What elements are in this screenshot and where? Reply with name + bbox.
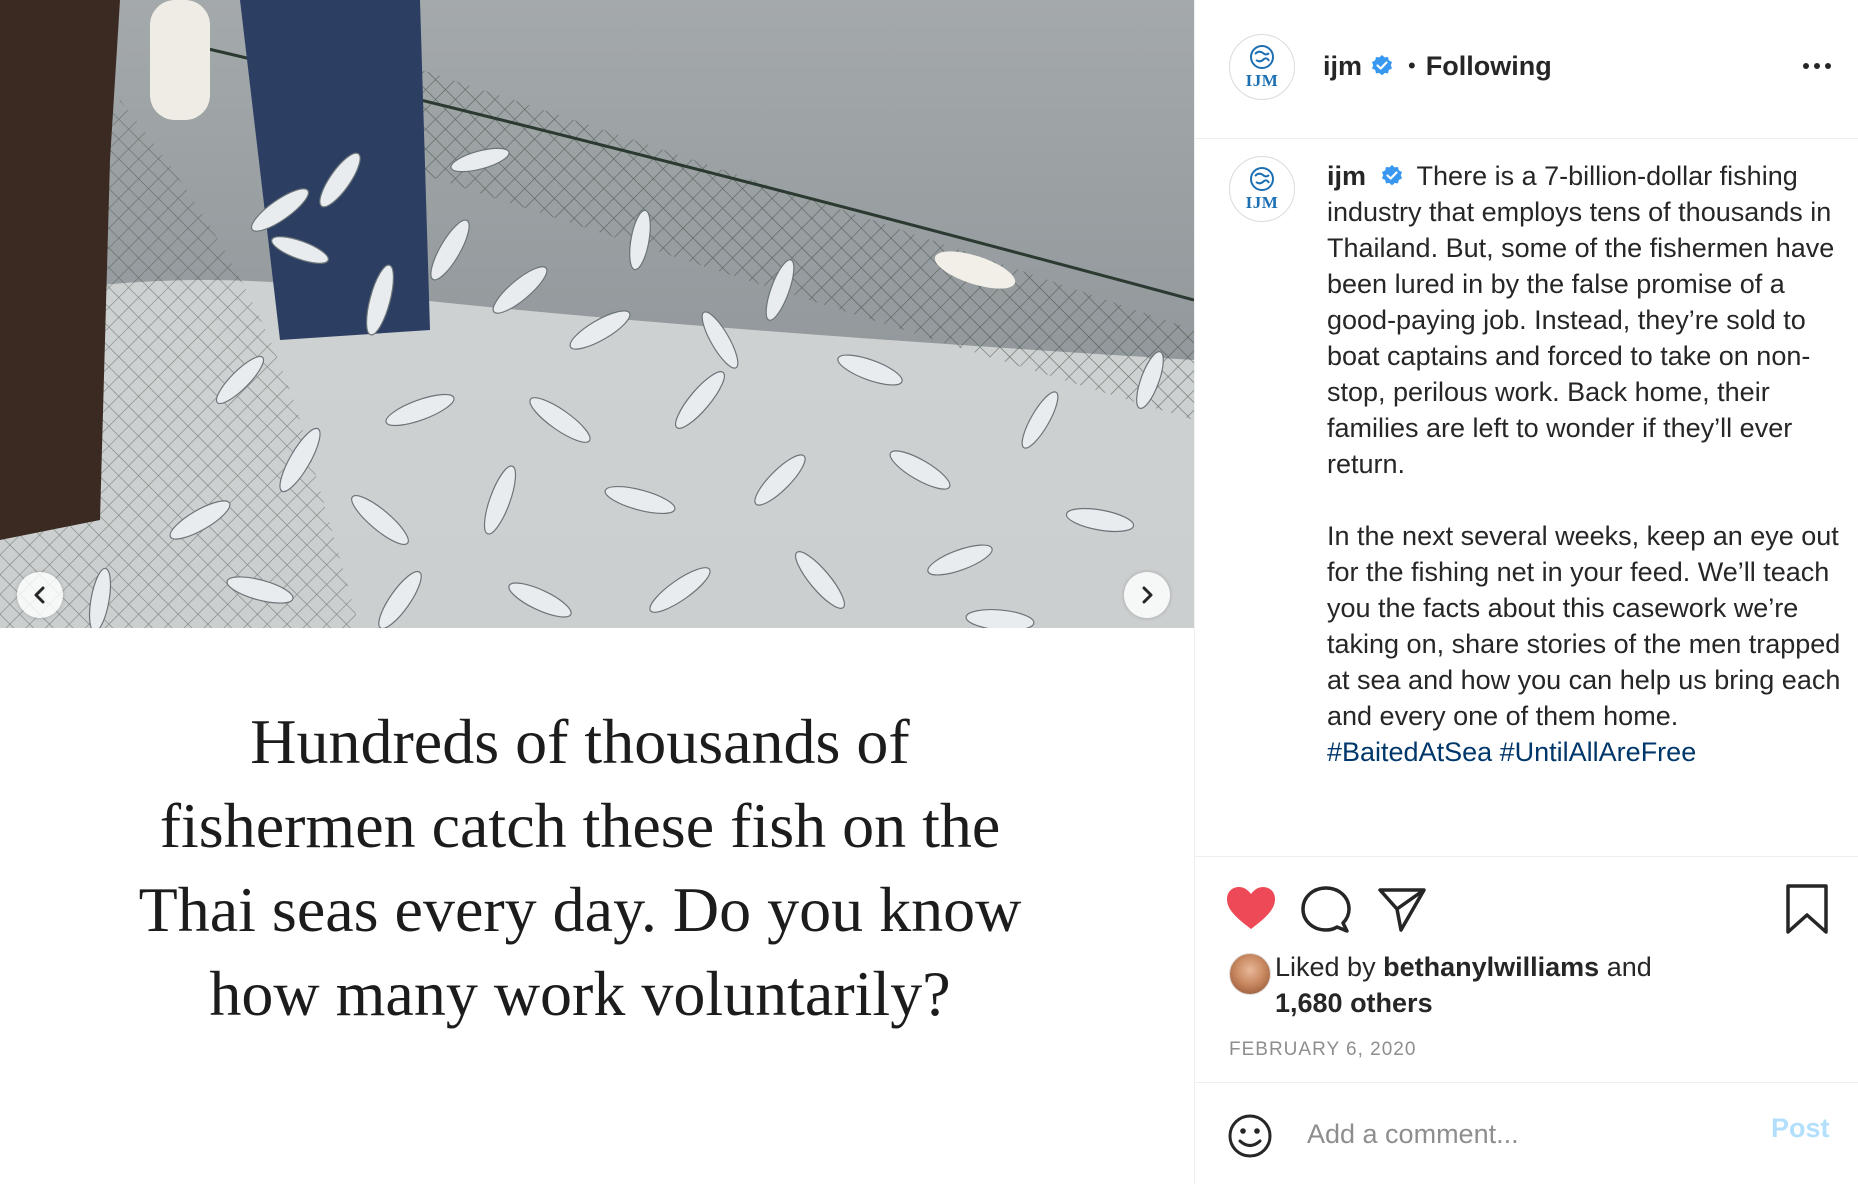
- bookmark-icon[interactable]: [1785, 883, 1829, 935]
- caption-avatar[interactable]: IJM: [1229, 156, 1295, 222]
- caption-paragraph: There is a 7-billion-dollar fishing indu…: [1327, 161, 1835, 479]
- image-caption-line: Thai seas every day. Do you know: [138, 874, 1022, 945]
- more-options-icon[interactable]: [1801, 52, 1833, 80]
- likes-prefix: Liked by: [1275, 952, 1376, 982]
- header-user-row: ijm • Following: [1323, 46, 1552, 86]
- next-slide-button[interactable]: [1124, 572, 1170, 618]
- image-caption-line: how many work voluntarily?: [209, 958, 951, 1029]
- hashtag-link[interactable]: #BaitedAtSea: [1327, 737, 1492, 767]
- header-separator: •: [1408, 53, 1416, 78]
- comment-icon[interactable]: [1301, 885, 1351, 935]
- image-caption-line: Hundreds of thousands of: [250, 706, 910, 777]
- verified-badge-icon: [1381, 164, 1402, 186]
- post-media: Hundreds of thousands of fishermen catch…: [0, 0, 1194, 1184]
- heart-icon[interactable]: [1225, 885, 1277, 933]
- post-comment-button[interactable]: Post: [1771, 1113, 1830, 1144]
- following-button[interactable]: Following: [1426, 51, 1552, 82]
- comment-input[interactable]: [1305, 1113, 1759, 1155]
- post-sidebar: IJM ijm • Following IJM ijm There is a 7…: [1194, 0, 1858, 1184]
- emoji-icon[interactable]: [1227, 1113, 1273, 1159]
- likes-summary: Liked by bethanylwilliams and 1,680 othe…: [1275, 949, 1795, 1021]
- globe-logo-icon: [1250, 44, 1274, 69]
- previous-slide-button[interactable]: [17, 572, 63, 618]
- post-caption: ijm There is a 7-billion-dollar fishing …: [1327, 158, 1843, 770]
- verified-badge-icon: [1372, 55, 1393, 76]
- image-caption-line: fishermen catch these fish on the: [159, 790, 1001, 861]
- post-photo-fishing-net: [0, 0, 1194, 628]
- caption-paragraph: In the next several weeks, keep an eye o…: [1327, 521, 1841, 731]
- share-icon[interactable]: [1377, 885, 1427, 933]
- avatar-logo-text: IJM: [1245, 70, 1279, 90]
- image-caption-text: Hundreds of thousands of fishermen catch…: [60, 700, 1100, 1036]
- likes-and: and: [1606, 952, 1652, 982]
- chevron-right-icon: [1142, 586, 1153, 604]
- post-date[interactable]: FEBRUARY 6, 2020: [1229, 1039, 1416, 1061]
- globe-logo-icon: [1250, 166, 1274, 191]
- post-actions: Liked by bethanylwilliams and 1,680 othe…: [1195, 856, 1858, 1083]
- chevron-left-icon: [34, 586, 45, 604]
- avatar-logo-text: IJM: [1245, 192, 1279, 212]
- add-comment-bar: Post: [1195, 1082, 1858, 1185]
- comments-area: IJM ijm There is a 7-billion-dollar fish…: [1195, 138, 1858, 856]
- post-header: IJM ijm • Following: [1195, 0, 1858, 139]
- header-username[interactable]: ijm: [1323, 51, 1362, 82]
- likes-others-count[interactable]: 1,680 others: [1275, 988, 1433, 1018]
- profile-avatar[interactable]: IJM: [1229, 34, 1295, 100]
- liker-avatar[interactable]: [1229, 953, 1271, 995]
- liker-username[interactable]: bethanylwilliams: [1383, 952, 1599, 982]
- caption-username[interactable]: ijm: [1327, 161, 1366, 191]
- hashtag-link[interactable]: #UntilAllAreFree: [1500, 737, 1697, 767]
